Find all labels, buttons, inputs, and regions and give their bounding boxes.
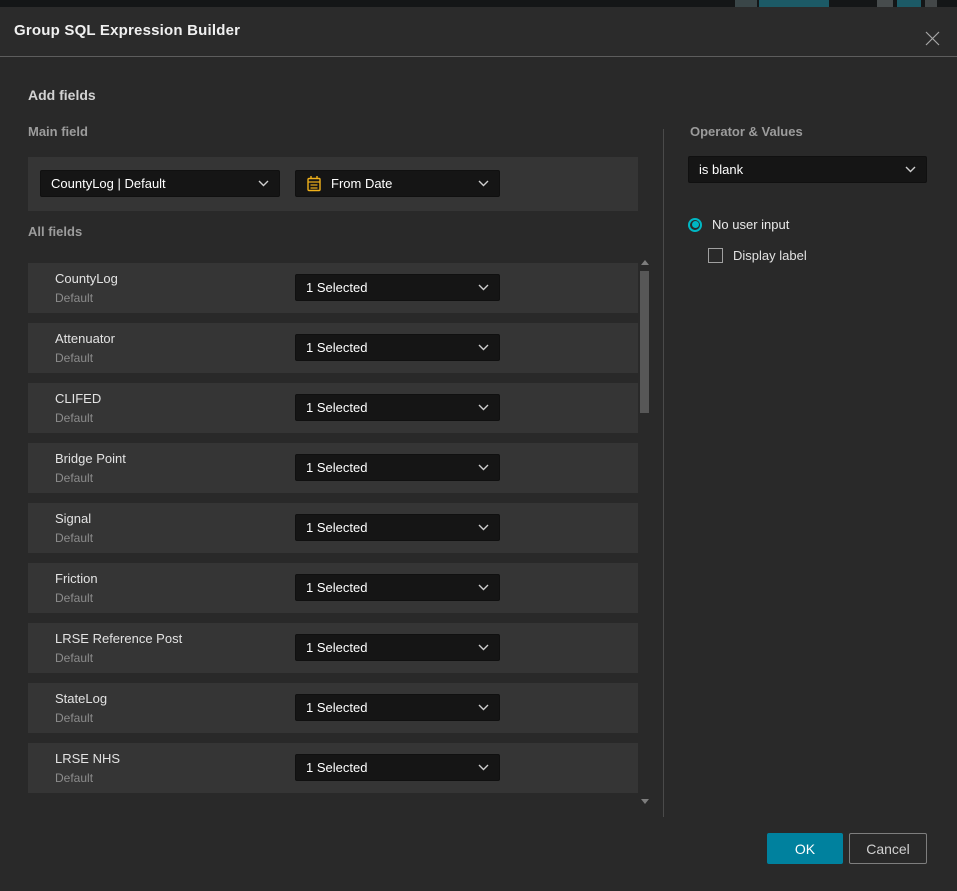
background-fragment — [759, 0, 829, 7]
all-fields-label: All fields — [28, 224, 82, 239]
field-selection-select[interactable]: 1 Selected — [295, 634, 500, 661]
background-fragment — [897, 0, 921, 7]
field-sublabel: Default — [55, 411, 93, 425]
field-name: Friction — [55, 571, 98, 586]
all-fields-list: CountyLog Default 1 Selected Attenuator … — [28, 263, 638, 793]
calendar-date-icon — [306, 175, 322, 192]
field-selection-value: 1 Selected — [306, 400, 470, 415]
field-sublabel: Default — [55, 471, 93, 485]
layer-select-value: CountyLog | Default — [51, 176, 250, 191]
field-row: CountyLog Default 1 Selected — [28, 263, 638, 313]
field-sublabel: Default — [55, 291, 93, 305]
field-select[interactable]: From Date — [295, 170, 500, 197]
field-name: StateLog — [55, 691, 107, 706]
chevron-down-icon — [478, 524, 489, 531]
chevron-down-icon — [478, 764, 489, 771]
field-selection-value: 1 Selected — [306, 700, 470, 715]
field-selection-select[interactable]: 1 Selected — [295, 454, 500, 481]
field-row: StateLog Default 1 Selected — [28, 683, 638, 733]
close-icon[interactable] — [917, 25, 947, 51]
main-field-panel: CountyLog | Default From Date — [28, 157, 638, 211]
no-user-input-label: No user input — [712, 217, 789, 232]
field-name: Signal — [55, 511, 91, 526]
display-label-checkbox[interactable]: Display label — [708, 248, 807, 263]
field-selection-value: 1 Selected — [306, 340, 470, 355]
field-selection-select[interactable]: 1 Selected — [295, 394, 500, 421]
field-name: LRSE Reference Post — [55, 631, 182, 646]
dialog-titlebar: Group SQL Expression Builder — [0, 7, 957, 57]
checkbox-unchecked-icon — [708, 248, 723, 263]
field-name: Bridge Point — [55, 451, 126, 466]
field-selection-value: 1 Selected — [306, 640, 470, 655]
field-sublabel: Default — [55, 531, 93, 545]
field-sublabel: Default — [55, 711, 93, 725]
group-sql-expression-builder-dialog: Group SQL Expression Builder Add fields … — [0, 0, 957, 891]
add-fields-heading: Add fields — [28, 87, 96, 103]
field-name: LRSE NHS — [55, 751, 120, 766]
field-row: Bridge Point Default 1 Selected — [28, 443, 638, 493]
field-row: Attenuator Default 1 Selected — [28, 323, 638, 373]
field-selection-value: 1 Selected — [306, 460, 470, 475]
chevron-down-icon — [478, 284, 489, 291]
chevron-down-icon — [905, 166, 916, 173]
main-field-label: Main field — [28, 124, 88, 139]
dialog-title: Group SQL Expression Builder — [14, 22, 240, 39]
chevron-down-icon — [478, 180, 489, 187]
operator-select-value: is blank — [699, 162, 897, 177]
field-name: CLIFED — [55, 391, 101, 406]
chevron-down-icon — [478, 464, 489, 471]
field-row: Friction Default 1 Selected — [28, 563, 638, 613]
field-selection-value: 1 Selected — [306, 580, 470, 595]
field-selection-value: 1 Selected — [306, 520, 470, 535]
field-selection-value: 1 Selected — [306, 280, 470, 295]
layer-select[interactable]: CountyLog | Default — [40, 170, 280, 197]
field-row: Signal Default 1 Selected — [28, 503, 638, 553]
scroll-up-icon[interactable] — [641, 260, 649, 265]
field-sublabel: Default — [55, 651, 93, 665]
field-name: Attenuator — [55, 331, 115, 346]
background-fragment — [735, 0, 757, 7]
field-row: LRSE NHS Default 1 Selected — [28, 743, 638, 793]
field-selection-select[interactable]: 1 Selected — [295, 574, 500, 601]
close-x-glyph — [924, 30, 941, 47]
field-sublabel: Default — [55, 591, 93, 605]
field-row: LRSE Reference Post Default 1 Selected — [28, 623, 638, 673]
field-sublabel: Default — [55, 351, 93, 365]
field-sublabel: Default — [55, 771, 93, 785]
display-label-label: Display label — [733, 248, 807, 263]
background-fragment — [925, 0, 937, 7]
field-name: CountyLog — [55, 271, 118, 286]
chevron-down-icon — [478, 404, 489, 411]
field-selection-select[interactable]: 1 Selected — [295, 514, 500, 541]
chevron-down-icon — [258, 180, 269, 187]
field-row: CLIFED Default 1 Selected — [28, 383, 638, 433]
radio-selected-icon — [688, 218, 702, 232]
scrollbar-thumb[interactable] — [640, 271, 649, 413]
field-selection-select[interactable]: 1 Selected — [295, 274, 500, 301]
field-list-scrollbar — [639, 256, 651, 808]
scroll-down-icon[interactable] — [641, 799, 649, 804]
field-selection-select[interactable]: 1 Selected — [295, 694, 500, 721]
background-fragment — [877, 0, 893, 7]
operator-values-label: Operator & Values — [690, 124, 803, 139]
chevron-down-icon — [478, 344, 489, 351]
field-selection-value: 1 Selected — [306, 760, 470, 775]
chevron-down-icon — [478, 584, 489, 591]
field-select-value: From Date — [331, 176, 470, 191]
field-selection-select[interactable]: 1 Selected — [295, 754, 500, 781]
panel-divider — [663, 129, 664, 817]
background-app-strip — [0, 0, 957, 7]
operator-select[interactable]: is blank — [688, 156, 927, 183]
chevron-down-icon — [478, 644, 489, 651]
ok-button[interactable]: OK — [767, 833, 843, 864]
field-selection-select[interactable]: 1 Selected — [295, 334, 500, 361]
no-user-input-radio[interactable]: No user input — [688, 217, 789, 232]
chevron-down-icon — [478, 704, 489, 711]
cancel-button[interactable]: Cancel — [849, 833, 927, 864]
